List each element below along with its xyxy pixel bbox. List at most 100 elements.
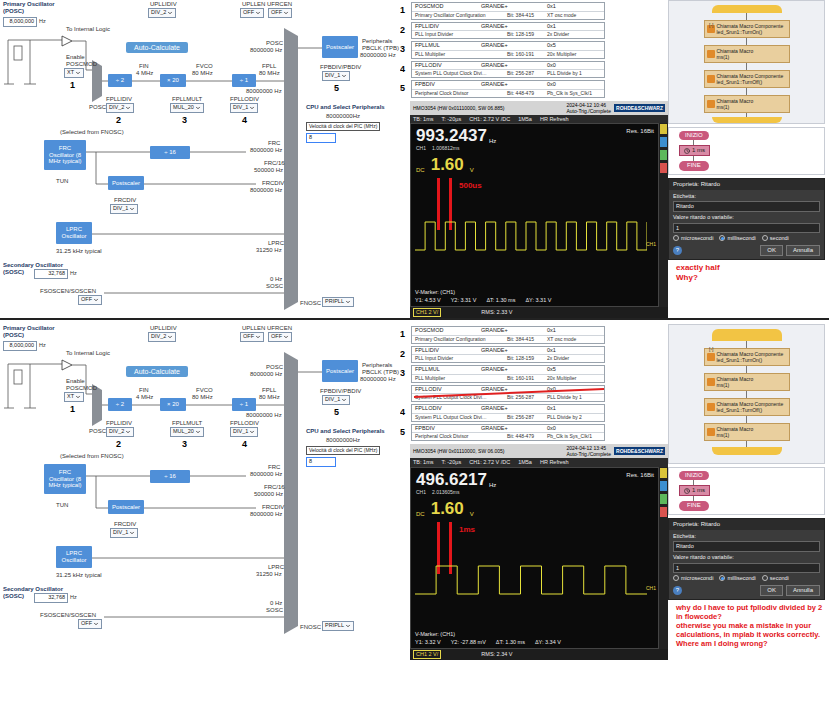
dialog-button[interactable]: OK — [760, 585, 783, 596]
dropdown[interactable]: DIV_1 — [322, 395, 350, 405]
chevron-down-icon — [341, 73, 347, 79]
dialog-button[interactable]: Annulla — [786, 245, 820, 256]
chevron-down-icon — [75, 70, 81, 76]
dropdown[interactable]: OFF — [268, 332, 292, 342]
label-input[interactable]: Ritardo — [673, 201, 820, 212]
unit-radio[interactable]: microsecondi — [673, 235, 713, 242]
dropdown[interactable]: DIV_2 — [106, 103, 134, 113]
diagram-label: 80000000 Hz — [246, 412, 282, 418]
unit-radio[interactable]: millisecondi — [719, 575, 755, 582]
config-card[interactable]: POSCMODGRANDE+0x1Primary Oscillator Conf… — [411, 326, 605, 344]
field-unit: Hz — [70, 271, 77, 277]
end-terminal[interactable]: FINE — [679, 161, 709, 170]
dropdown[interactable]: DIV_1 — [322, 71, 350, 81]
dropdown[interactable]: DIV_1 — [110, 204, 138, 214]
dropdown[interactable]: XT — [64, 68, 84, 78]
chevron-down-icon — [129, 206, 135, 212]
end-terminal[interactable]: FINE — [679, 501, 709, 510]
dropdown[interactable]: MUL_20 — [170, 427, 204, 437]
config-card[interactable]: FPLLIDIVGRANDE+0x1PLL Input DividerBit: … — [411, 22, 605, 40]
dropdown[interactable]: DIV_1 — [110, 528, 138, 538]
help-button[interactable]: ? — [673, 586, 682, 595]
chevron-down-icon — [255, 334, 261, 340]
collapse-toggle[interactable]: [-] — [709, 347, 713, 352]
delay-block[interactable]: 1 ms — [679, 485, 710, 496]
macro-block[interactable]: Chiamata Macro Componenteled_Srun1::Turn… — [704, 20, 790, 38]
macro-block[interactable]: Chiamata Macro Componenteled_Srun1::Turn… — [704, 70, 790, 88]
config-card[interactable]: POSCMODGRANDE+0x1Primary Oscillator Conf… — [411, 2, 605, 20]
dropdown[interactable]: MUL_20 — [170, 103, 204, 113]
macro-block[interactable]: Chiamata Macroms(1) — [704, 373, 790, 391]
unit-radio[interactable]: secondi — [762, 235, 789, 242]
dropdown-value: MUL_20 — [173, 105, 194, 111]
config-card[interactable]: FPLLODIVGRANDE+0x0System PLL Output Cloc… — [411, 385, 605, 403]
delay-block[interactable]: 1 ms — [679, 145, 710, 156]
macro-block[interactable]: Chiamata Macroms(1) — [704, 95, 790, 113]
dropdown[interactable]: OFF — [240, 8, 264, 18]
macro-block[interactable]: Chiamata Macroms(1) — [704, 45, 790, 63]
dropdown[interactable]: DIV_1 — [230, 103, 258, 113]
config-card[interactable]: FPLLODIVGRANDE+0x0System PLL Output Cloc… — [411, 61, 605, 79]
status-item: 1M5a — [518, 459, 532, 466]
dropdown[interactable]: OFF — [268, 8, 292, 18]
dropdown[interactable]: DIV_2 — [106, 427, 134, 437]
diagram-label: 31250 Hz — [256, 571, 282, 577]
config-card[interactable]: FPLLIDIVGRANDE+0x1PLL Input DividerBit: … — [411, 346, 605, 364]
start-block — [712, 5, 782, 13]
config-card[interactable]: FPLLODIVGRANDE+0x1System PLL Output Cloc… — [411, 404, 605, 422]
config-row: 5FPBDIVGRANDE+0x0Peripheral Clock Diviso… — [400, 80, 668, 98]
scope-footer: CH1 2 V/RMS: 2.34 V — [410, 649, 668, 660]
dropdown[interactable]: DIV_2 — [148, 332, 176, 342]
dropdown[interactable]: DIV_1 — [230, 427, 258, 437]
config-card[interactable]: FPBDIVGRANDE+0x0Peripheral Clock Divisor… — [411, 424, 605, 442]
macro-block[interactable]: Chiamata Macroms(1) — [704, 423, 790, 441]
field-input[interactable]: 32,768 — [34, 593, 68, 603]
unit-radio[interactable]: microsecondi — [673, 575, 713, 582]
collapse-toggle[interactable]: [-] — [709, 23, 713, 28]
pic-clock-input[interactable]: 8 — [306, 133, 336, 143]
auto-calculate-button[interactable]: Auto-Calculate — [126, 366, 188, 377]
value-input[interactable]: 1 — [673, 223, 820, 234]
field-input[interactable]: 8,000,000 — [3, 341, 37, 351]
chevron-down-icon — [93, 297, 99, 303]
pic-clock-input[interactable]: 8 — [306, 457, 336, 467]
unit-radio[interactable]: millisecondi — [719, 235, 755, 242]
dialog-button[interactable]: Annulla — [786, 585, 820, 596]
macro-block[interactable]: Chiamata Macro Componenteled_Srun1::Turn… — [704, 348, 790, 366]
value-input[interactable]: 1 — [673, 563, 820, 574]
auto-calculate-button[interactable]: Auto-Calculate — [126, 42, 188, 53]
dropdown-value: OFF — [271, 334, 282, 340]
dropdown[interactable]: PRIPLL — [322, 621, 354, 631]
help-button[interactable]: ? — [673, 246, 682, 255]
field-input[interactable]: 32,768 — [34, 269, 68, 279]
dropdown[interactable]: OFF — [240, 332, 264, 342]
level-readout: DC1.60V — [416, 500, 474, 517]
diagram-label: FRC/16 — [264, 484, 285, 490]
diagram-label: UPLLIDIV — [150, 1, 177, 7]
strike-line — [412, 386, 606, 400]
config-card[interactable]: FPLLMULGRANDE+0x5PLL MultiplierBit: 160-… — [411, 365, 605, 383]
clock-block: × 20 — [160, 398, 186, 411]
dialog-button[interactable]: OK — [760, 245, 783, 256]
status-item: T: -20µs — [441, 116, 461, 123]
config-card[interactable]: FPLLMULGRANDE+0x5PLL MultiplierBit: 160-… — [411, 41, 605, 59]
start-terminal[interactable]: INIZIO — [679, 471, 709, 480]
dropdown[interactable]: DIV_2 — [148, 8, 176, 18]
label-input[interactable]: Ritardo — [673, 541, 820, 552]
diagram-label: POSC — [266, 364, 283, 370]
field-input[interactable]: 8,000,000 — [3, 17, 37, 27]
diagram-label: 80000000Hz — [326, 437, 360, 443]
macro-block[interactable]: Chiamata Macro Componenteled_Srun1::Turn… — [704, 398, 790, 416]
dropdown[interactable]: PRIPLL — [322, 297, 354, 307]
clock-block: ÷ 16 — [150, 146, 190, 159]
dropdown[interactable]: XT — [64, 392, 84, 402]
start-terminal[interactable]: INIZIO — [679, 131, 709, 140]
collage: Primary Oscillator(POSC)8,000,000HzUPLLI… — [0, 0, 829, 720]
scope-model: HMO3054 (HW 0x01110000, SW 06.005) — [413, 448, 505, 454]
dropdown[interactable]: OFF — [78, 619, 102, 629]
diagram-label: 80000000Hz — [326, 113, 360, 119]
config-card[interactable]: FPBDIVGRANDE+0x0Peripheral Clock Divisor… — [411, 80, 605, 98]
config-number: 1 — [400, 330, 408, 339]
dropdown[interactable]: OFF — [78, 295, 102, 305]
unit-radio[interactable]: secondi — [762, 575, 789, 582]
